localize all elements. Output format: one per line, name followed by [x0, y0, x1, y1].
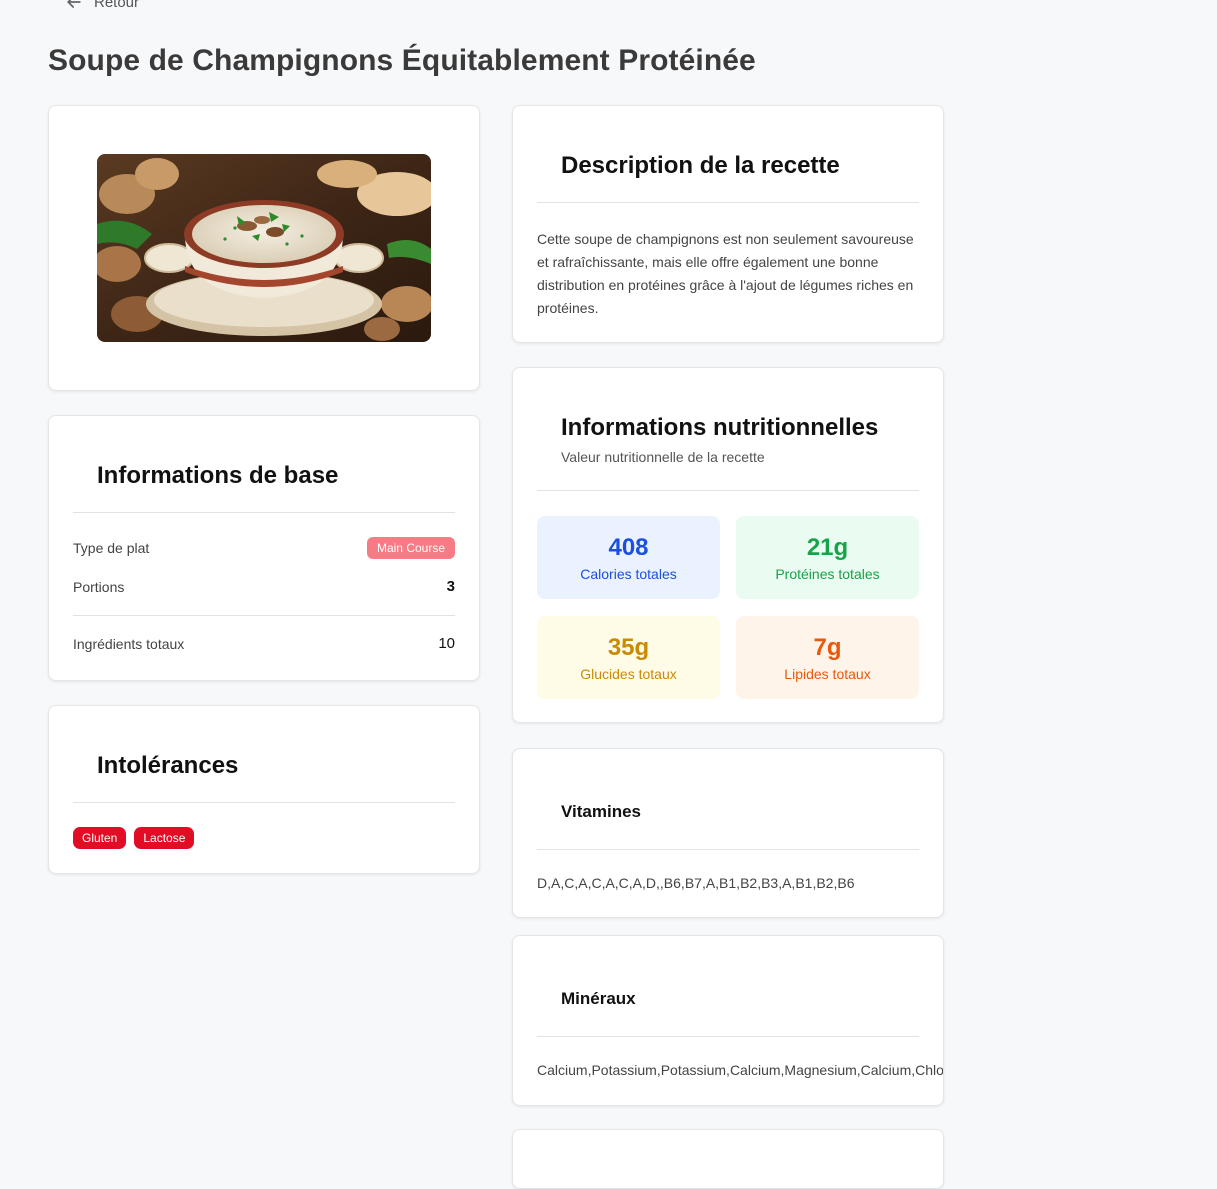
- fats-tile: 7g Lipides totaux: [736, 616, 919, 699]
- intolerance-tag: Gluten: [73, 827, 127, 849]
- minerals-card: Minéraux Calcium,Potassium,Potassium,Cal…: [512, 935, 944, 1106]
- minerals-list: Calcium,Potassium,Potassium,Calcium,Magn…: [537, 1062, 944, 1078]
- carbs-tile: 35g Glucides totaux: [537, 616, 720, 699]
- arrow-left-icon: [67, 0, 81, 8]
- portions-label: Portions: [73, 578, 125, 595]
- description-title: Description de la recette: [561, 152, 840, 179]
- fats-label: Lipides totaux: [784, 665, 871, 682]
- dish-type-row: Type de plat Main Course: [73, 537, 455, 559]
- dish-type-label: Type de plat: [73, 540, 150, 556]
- vitamins-card: Vitamines D,A,C,A,C,A,C,A,D,,B6,B7,A,B1,…: [512, 748, 944, 918]
- divider: [537, 1036, 919, 1037]
- description-text: Cette soupe de champignons est non seule…: [537, 231, 914, 316]
- calories-label: Calories totales: [580, 565, 677, 582]
- recipe-image-card: [48, 105, 480, 391]
- intolerance-tags: Gluten Lactose: [73, 827, 195, 849]
- nutrition-subtitle: Valeur nutritionnelle de la recette: [561, 449, 765, 465]
- divider: [537, 202, 919, 203]
- fats-value: 7g: [813, 633, 842, 661]
- nutrition-title: Informations nutritionnelles: [561, 414, 879, 441]
- next-card: [512, 1129, 944, 1189]
- dish-type-badge: Main Course: [366, 537, 455, 559]
- nutrition-card: Informations nutritionnelles Valeur nutr…: [512, 367, 944, 723]
- proteins-tile: 21g Protéines totales: [736, 516, 919, 599]
- proteins-label: Protéines totales: [775, 565, 880, 582]
- portions-value: 3: [446, 578, 455, 595]
- carbs-label: Glucides totaux: [580, 665, 677, 682]
- page-title: Soupe de Champignons Équitablement Proté…: [48, 44, 756, 77]
- portions-row: Portions 3: [73, 578, 455, 595]
- ingredients-row: Ingrédients totaux 10: [73, 635, 455, 652]
- intolerances-title: Intolérances: [97, 752, 239, 779]
- minerals-title: Minéraux: [561, 989, 636, 1008]
- calories-value: 408: [608, 533, 649, 561]
- intolerance-tag: Lactose: [134, 827, 195, 849]
- intolerances-card: Intolérances Gluten Lactose: [48, 705, 480, 874]
- vitamins-title: Vitamines: [561, 802, 642, 821]
- description-card: Description de la recette Cette soupe de…: [512, 105, 944, 343]
- recipe-image: [97, 154, 431, 342]
- basic-info-title: Informations de base: [97, 462, 339, 489]
- basic-info-card: Informations de base Type de plat Main C…: [48, 415, 480, 681]
- divider: [73, 802, 455, 803]
- back-link[interactable]: Retour: [64, 0, 139, 12]
- divider: [537, 490, 919, 491]
- divider: [73, 512, 455, 513]
- calories-tile: 408 Calories totales: [537, 516, 720, 599]
- ingredients-value: 10: [438, 635, 455, 652]
- carbs-value: 35g: [607, 633, 650, 661]
- back-label: Retour: [94, 0, 140, 11]
- vitamins-list: D,A,C,A,C,A,C,A,D,,B6,B7,A,B1,B2,B3,A,B1…: [537, 875, 855, 891]
- divider: [537, 849, 919, 850]
- proteins-value: 21g: [806, 533, 849, 561]
- ingredients-label: Ingrédients totaux: [73, 635, 185, 652]
- divider: [73, 615, 455, 616]
